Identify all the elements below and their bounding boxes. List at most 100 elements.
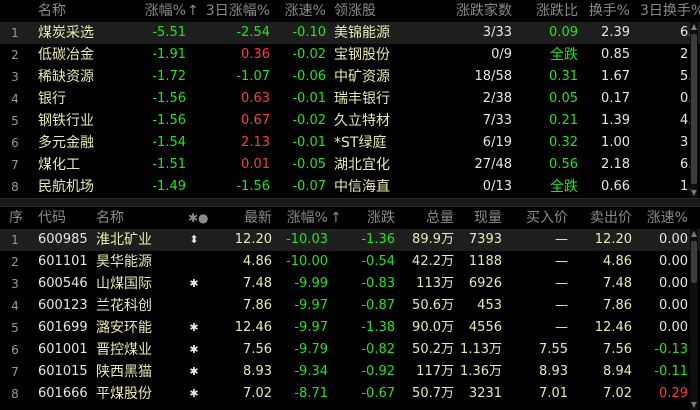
stock-row[interactable]: 5 601699 潞安环能 ✱ 12.46 -9.97 -1.38 90.0万 4556 — 12.… (0, 317, 700, 339)
stock-name[interactable]: 潞安环能 (96, 317, 176, 339)
updown-ratio: 0.32 (549, 135, 578, 150)
stock-name[interactable]: 兰花科创 (96, 295, 176, 317)
leader-stock[interactable]: 瑞丰银行 (334, 88, 434, 110)
speed-value: -0.01 (292, 91, 326, 106)
leader-stock[interactable]: *ST绿庭 (334, 132, 434, 154)
volume-value: 42.2万 (412, 254, 454, 269)
leader-stock[interactable]: 中信海直 (334, 176, 434, 198)
sector-row[interactable]: 6 多元金融 -1.54 2.13 -0.01 *ST绿庭 6/19 0.32 1.00 3 (0, 132, 700, 154)
bid-price-value: — (555, 276, 568, 291)
speed-value: -0.02 (292, 113, 326, 128)
stock-name[interactable]: 平煤股份 (96, 383, 176, 405)
col-header-change[interactable]: 涨跌 (355, 207, 395, 229)
stock-scrollbar[interactable]: ▲ ▼ (690, 229, 698, 410)
triangle-up-icon[interactable]: ▲ (690, 229, 698, 239)
sector-row[interactable]: 4 银行 -1.56 0.63 -0.01 瑞丰银行 2/38 0.05 0.17 0. (0, 88, 700, 110)
triangle-up-icon[interactable]: ▲ (690, 22, 698, 32)
col-header-speed[interactable]: 涨速% (276, 0, 326, 22)
stock-row[interactable]: 7 601015 陕西黑猫 ✱ 8.93 -9.34 -0.92 117万 1.36万 8.93 8… (0, 361, 700, 383)
col-header-flags[interactable]: ✱● (188, 207, 209, 229)
leader-stock[interactable]: 宝钢股份 (334, 44, 434, 66)
scroll-thumb[interactable] (691, 241, 697, 283)
scroll-thumb[interactable] (691, 34, 697, 184)
col-header-turnover-3d[interactable]: 3日换手% (640, 0, 700, 22)
speed-value: 0.00 (659, 276, 688, 291)
updown-count: 27/48 (474, 157, 512, 172)
sector-name[interactable]: 低碳冶金 (38, 44, 138, 66)
sort-arrow-icon[interactable]: ↑ (187, 0, 199, 22)
col-header-price[interactable]: 最新 (232, 207, 272, 229)
triangle-down-icon[interactable]: ▼ (690, 188, 698, 198)
stock-row[interactable]: 8 601666 平煤股份 ✱ 7.02 -8.71 -0.67 50.7万 3231 7.01 7… (0, 383, 700, 405)
col-header-speed[interactable]: 涨速% (638, 207, 688, 229)
triangle-down-icon[interactable]: ▼ (690, 400, 698, 410)
leader-stock[interactable]: 湖北宜化 (334, 154, 434, 176)
col-header-turnover[interactable]: 换手% (582, 0, 630, 22)
col-header-name[interactable]: 名称 (96, 207, 124, 229)
sector-name[interactable]: 煤炭采选 (38, 22, 138, 44)
sector-name[interactable]: 银行 (38, 88, 138, 110)
col-header-bid[interactable]: 买入价 (512, 207, 568, 229)
change-pct-value: -1.54 (152, 135, 186, 150)
stock-name[interactable]: 晋控煤业 (96, 339, 176, 361)
sector-row[interactable]: 7 煤化工 -1.51 0.01 -0.05 湖北宜化 27/48 0.56 2.18 6. (0, 154, 700, 176)
change-value: -0.92 (361, 364, 395, 379)
col-header-change-pct[interactable]: 涨幅% (140, 0, 186, 22)
stock-name[interactable]: 昊华能源 (96, 251, 176, 273)
sector-name[interactable]: 多元金融 (38, 132, 138, 154)
row-index: 2 (11, 255, 19, 269)
stock-row[interactable]: 4 600123 兰花科创 7.86 -9.97 -0.87 50.6万 453 — 7.86 0.… (0, 295, 700, 317)
stock-row[interactable]: 3 600546 山煤国际 ✱ 7.48 -9.99 -0.83 113万 6926 — 7.48 0… (0, 273, 700, 295)
col-header-change-pct[interactable]: 涨幅% (282, 207, 328, 229)
speed-value: -0.06 (292, 69, 326, 84)
col-header-updown[interactable]: 涨跌家数 (440, 0, 512, 22)
volume-value: 50.7万 (412, 386, 454, 401)
current-volume-value: 6926 (468, 276, 502, 291)
volume-value: 117万 (416, 364, 454, 379)
price-value: 4.86 (243, 254, 272, 269)
sector-name[interactable]: 稀缺资源 (38, 66, 138, 88)
leader-stock[interactable]: 美锦能源 (334, 22, 434, 44)
change-pct-value: -9.34 (294, 364, 328, 379)
col-header-leader[interactable]: 领涨股 (334, 0, 376, 22)
sector-row[interactable]: 5 钢铁行业 -1.56 0.67 -0.02 久立特材 7/33 0.21 1.39 4. (0, 110, 700, 132)
stock-code: 601001 (38, 342, 88, 357)
col-header-volume[interactable]: 总量 (410, 207, 454, 229)
speed-value: -0.02 (292, 47, 326, 62)
stock-row[interactable]: 2 601101 昊华能源 4.86 -10.00 -0.54 42.2万 1188 — 4.86… (0, 251, 700, 273)
sector-row[interactable]: 3 稀缺资源 -1.72 -1.07 -0.06 中矿资源 18/58 0.31 1.67 5. (0, 66, 700, 88)
stock-name[interactable]: 山煤国际 (96, 273, 176, 295)
sector-row[interactable]: 1 煤炭采选 -5.51 -2.54 -0.10 美锦能源 3/33 0.09 2.39 6. (0, 22, 700, 44)
sector-name[interactable]: 煤化工 (38, 154, 138, 176)
col-header-name[interactable]: 名称 (38, 0, 66, 22)
panel-splitter[interactable] (0, 198, 700, 207)
ask-price-value: 7.48 (603, 276, 632, 291)
sector-name[interactable]: 钢铁行业 (38, 110, 138, 132)
leader-stock[interactable]: 久立特材 (334, 110, 434, 132)
stock-name[interactable]: 淮北矿业 (96, 229, 176, 251)
sort-arrow-icon[interactable]: ↑ (330, 207, 342, 229)
col-header-current[interactable]: 现量 (458, 207, 502, 229)
stock-code: 601699 (38, 320, 88, 335)
change-pct-value: -9.99 (294, 276, 328, 291)
col-header-code[interactable]: 代码 (38, 207, 66, 229)
col-header-idx[interactable]: 序 (6, 207, 26, 229)
asterisk-icon: ✱ (189, 321, 199, 334)
leader-stock[interactable]: 中矿资源 (334, 66, 434, 88)
sector-name[interactable]: 民航机场 (38, 176, 138, 198)
col-header-ratio[interactable]: 涨跌比 (530, 0, 578, 22)
stock-row[interactable]: 1 600985 淮北矿业 ⬍ 12.20 -10.03 -1.36 89.9万 7393 — 12… (0, 229, 700, 251)
sector-row[interactable]: 8 民航机场 -1.49 -1.56 -0.07 中信海直 0/13 全跌 0.66 1. (0, 176, 700, 198)
stock-name[interactable]: 陕西黑猫 (96, 361, 176, 383)
sector-scrollbar[interactable]: ▲ ▼ (690, 22, 698, 198)
asterisk-icon: ✱ (189, 343, 199, 356)
ask-price-value: 7.02 (603, 386, 632, 401)
price-value: 7.48 (243, 276, 272, 291)
stock-code: 601666 (38, 386, 88, 401)
speed-value: -0.10 (292, 25, 326, 40)
col-header-ask[interactable]: 卖出价 (574, 207, 632, 229)
sector-row[interactable]: 2 低碳冶金 -1.91 0.36 -0.02 宝钢股份 0/9 全跌 0.85 2 (0, 44, 700, 66)
bid-price-value: — (555, 254, 568, 269)
col-header-change-3d[interactable]: 3日涨幅% (198, 0, 270, 22)
stock-row[interactable]: 6 601001 晋控煤业 ✱ 7.56 -9.79 -0.82 50.2万 1.13万 7.55… (0, 339, 700, 361)
